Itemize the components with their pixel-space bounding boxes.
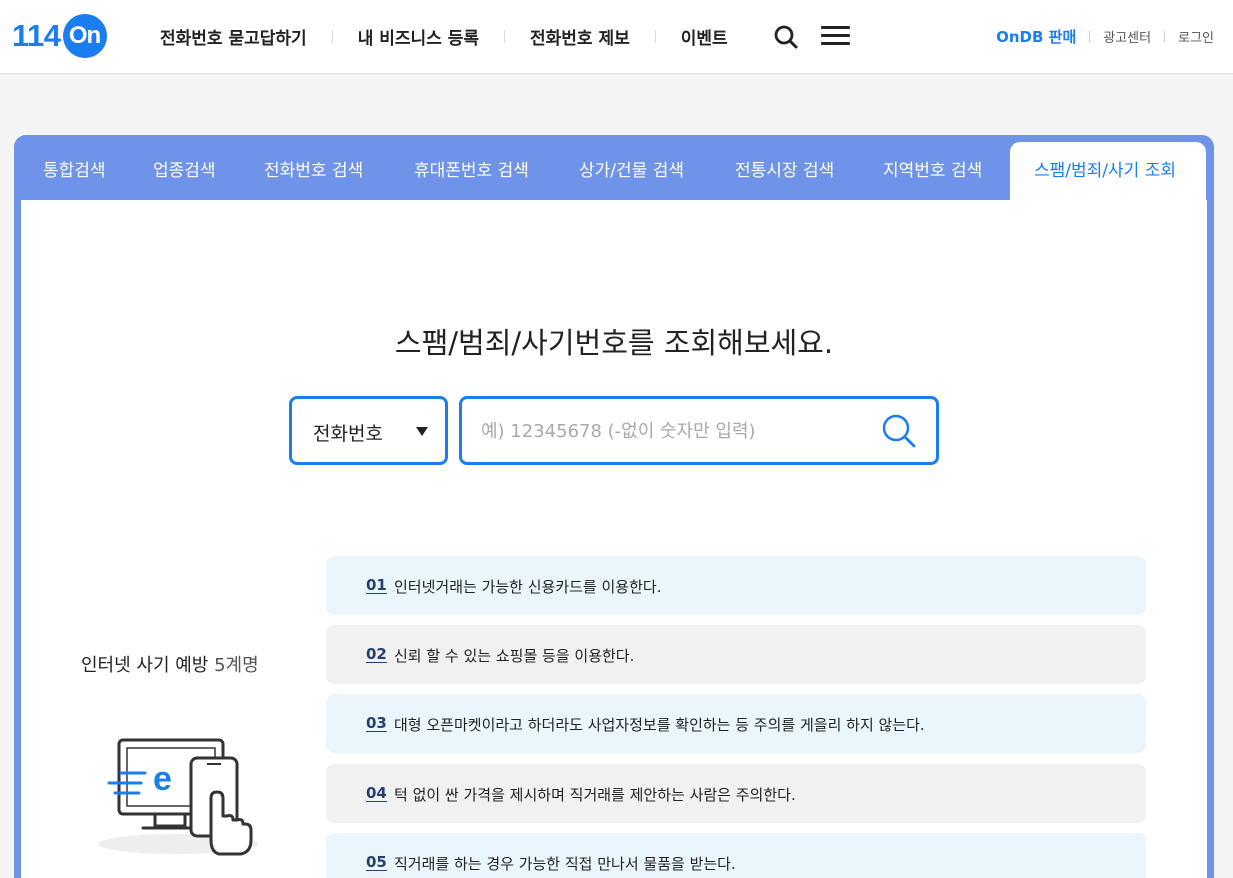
tip-item: 03 대형 오픈마켓이라고 하더라도 사업자정보를 확인하는 등 주의를 게을리…: [326, 694, 1146, 753]
tab-market[interactable]: 전통시장 검색: [735, 156, 834, 181]
select-value: 전화번호: [313, 423, 383, 445]
nav-business-register[interactable]: 내 비즈니스 등록: [358, 24, 479, 49]
tab-industry[interactable]: 업종검색: [153, 156, 216, 181]
tip-item: 01 인터넷거래는 가능한 신용카드를 이용한다.: [326, 556, 1146, 615]
svg-text:e: e: [153, 760, 172, 798]
util-divider: [1089, 30, 1091, 42]
search-card: 통합검색 업종검색 전화번호 검색 휴대폰번호 검색 상가/건물 검색 전통시장…: [14, 135, 1214, 878]
tip-number: 04: [366, 784, 387, 802]
logo-number: 114: [12, 18, 61, 53]
search-box: [459, 396, 939, 465]
tip-text: 인터넷거래는 가능한 신용카드를 이용한다.: [394, 578, 662, 596]
login-link[interactable]: 로그인: [1178, 27, 1214, 46]
search-type-select[interactable]: 전화번호: [289, 396, 448, 465]
content-panel: 스팸/범죄/사기번호를 조회해보세요. 전화번호 인터넷 사기 예방 5계명: [21, 200, 1207, 878]
tip-item: 05 직거래를 하는 경우 가능한 직접 만나서 물품을 받는다.: [326, 833, 1146, 878]
ad-center-link[interactable]: 광고센터: [1103, 27, 1151, 46]
nav-event[interactable]: 이벤트: [681, 24, 728, 49]
search-button-icon[interactable]: [880, 412, 918, 450]
tab-integrated[interactable]: 통합검색: [43, 156, 106, 181]
tip-number: 05: [366, 853, 387, 871]
dropdown-arrow-icon: [416, 427, 428, 436]
tips-title-main: 인터넷 사기 예방: [81, 655, 209, 676]
search-icon[interactable]: [773, 24, 799, 50]
tip-text: 대형 오픈마켓이라고 하더라도 사업자정보를 확인하는 등 주의를 게을리 하지…: [394, 716, 925, 734]
tip-number: 02: [366, 645, 387, 663]
tips-title-accent: 5계명: [214, 655, 259, 676]
tip-item: 04 턱 없이 싼 가격을 제시하며 직거래를 제안하는 사람은 주의한다.: [326, 764, 1146, 823]
util-divider: [1164, 30, 1166, 42]
tip-number: 01: [366, 576, 387, 594]
tab-mobile[interactable]: 휴대폰번호 검색: [414, 156, 529, 181]
tip-item: 02 신뢰 할 수 있는 쇼핑몰 등을 이용한다.: [326, 625, 1146, 684]
tip-text: 신뢰 할 수 있는 쇼핑몰 등을 이용한다.: [394, 647, 635, 665]
tip-number: 03: [366, 714, 387, 732]
site-header: 114 On 전화번호 묻고답하기 내 비즈니스 등록 전화번호 제보 이벤트 …: [0, 0, 1233, 74]
nav-phone-report[interactable]: 전화번호 제보: [530, 24, 630, 49]
tab-area-code[interactable]: 지역번호 검색: [883, 156, 982, 181]
logo-circle: On: [62, 14, 107, 58]
ondb-sale-link[interactable]: OnDB 판매: [996, 26, 1076, 47]
page-title: 스팸/범죄/사기번호를 조회해보세요.: [394, 326, 834, 360]
logo[interactable]: 114 On: [12, 14, 107, 58]
tip-text: 직거래를 하는 경우 가능한 직접 만나서 물품을 받는다.: [394, 855, 736, 873]
device-illustration-icon: e: [93, 728, 263, 858]
phone-search-input[interactable]: [481, 409, 861, 453]
tip-text: 턱 없이 싼 가격을 제시하며 직거래를 제안하는 사람은 주의한다.: [394, 786, 796, 804]
tab-spam-lookup[interactable]: 스팸/범죄/사기 조회: [1034, 156, 1176, 181]
nav-phone-qna[interactable]: 전화번호 묻고답하기: [160, 24, 307, 49]
search-tabs: 통합검색 업종검색 전화번호 검색 휴대폰번호 검색 상가/건물 검색 전통시장…: [14, 135, 1214, 201]
tips-title: 인터넷 사기 예방 5계명: [81, 651, 259, 677]
utility-links: OnDB 판매 광고센터 로그인: [996, 25, 1214, 47]
nav-divider: [654, 29, 656, 43]
tab-building[interactable]: 상가/건물 검색: [579, 156, 684, 181]
main-nav: 전화번호 묻고답하기 내 비즈니스 등록 전화번호 제보 이벤트: [160, 22, 728, 50]
nav-divider: [504, 29, 506, 43]
hamburger-menu-icon[interactable]: [821, 26, 850, 46]
nav-divider: [331, 29, 333, 43]
tab-phone[interactable]: 전화번호 검색: [264, 156, 363, 181]
